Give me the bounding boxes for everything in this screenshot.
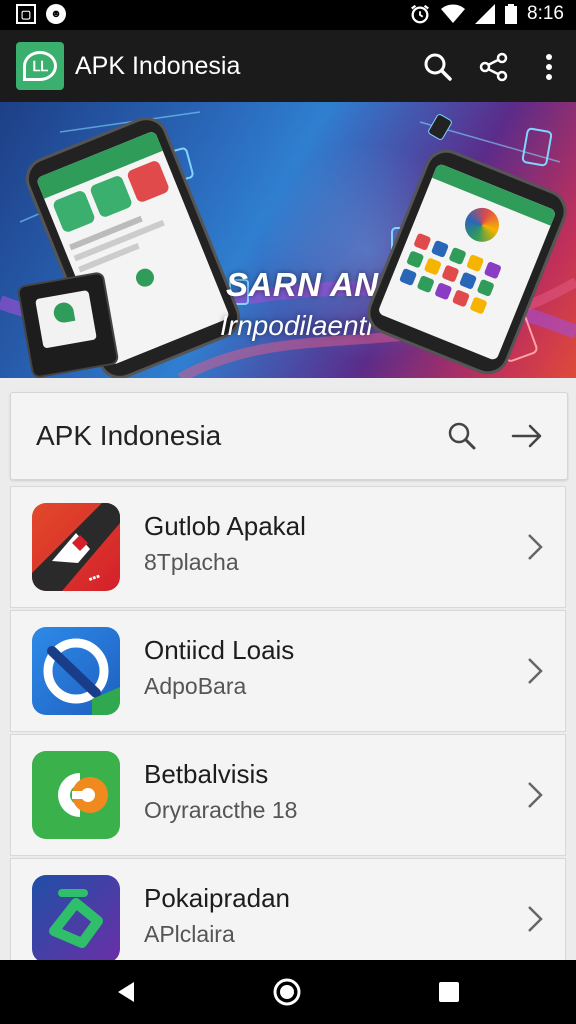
list-item[interactable]: ▪▪▪ Gutlob Apakal 8Tplacha [10,486,566,608]
recents-icon[interactable] [438,981,460,1003]
list-item[interactable]: Pokaipradan APlclaira [10,858,566,963]
search-icon[interactable] [423,52,453,82]
blue-sync-app-icon [32,627,120,715]
app-bar: ᒪᒪ APK Indonesia [0,30,576,102]
green-cp-app-icon [32,751,120,839]
app-subtitle: AdpoBara [144,673,247,699]
app-subtitle: Oryraracthe 18 [144,797,298,823]
search-card[interactable]: APK Indonesia [10,392,568,480]
home-icon[interactable] [272,977,302,1007]
signal-icon [475,4,496,24]
cat-icon: ☻ [46,4,66,24]
app-list: ▪▪▪ Gutlob Apakal 8Tplacha Ontiicd Loais… [10,486,566,964]
app-subtitle: 8Tplacha [144,549,239,575]
app-name: Gutlob Apakal [144,511,306,541]
hero-device [16,271,120,378]
chevron-right-icon [528,782,543,808]
status-time: 8:16 [527,3,564,24]
back-icon[interactable] [114,980,138,1004]
hero-banner[interactable]: SARN ANDGN Irnpodilaenti [0,102,576,378]
app-title: APK Indonesia [75,52,241,80]
wifi-icon [441,4,466,23]
arrow-right-icon[interactable] [511,423,543,449]
list-item[interactable]: Ontiicd Loais AdpoBara [10,610,566,732]
chevron-right-icon [528,906,543,932]
app-name: Betbalvisis [144,759,269,789]
green-arrow-app-icon [32,875,120,963]
hero-subheadline: Irnpodilaenti [220,310,373,341]
chevron-right-icon [528,658,543,684]
chevron-right-icon [528,534,543,560]
app-name: Pokaipradan [144,883,290,913]
navigation-bar [0,960,576,1024]
status-bar: ▢ ☻ 8:16 [0,0,576,30]
app-logo[interactable]: ᒪᒪ [16,42,64,90]
battery-icon [505,4,518,24]
red-arrow-app-icon: ▪▪▪ [32,503,120,591]
search-icon[interactable] [447,421,477,451]
share-icon[interactable] [479,52,509,82]
search-card-title: APK Indonesia [36,420,222,451]
app-subtitle: APlclaira [144,921,235,947]
box-icon: ▢ [16,4,36,24]
app-name: Ontiicd Loais [144,635,295,665]
alarm-icon [411,4,429,24]
more-vert-icon[interactable] [534,52,564,82]
list-item[interactable]: Betbalvisis Oryraracthe 18 [10,734,566,856]
svg-text:▪▪▪: ▪▪▪ [87,571,102,586]
